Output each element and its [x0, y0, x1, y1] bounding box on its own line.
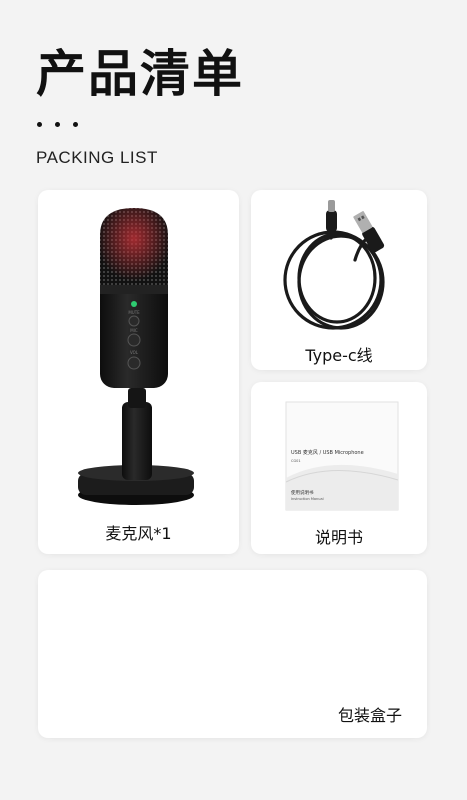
manual-subtitle: 使用说明书 — [291, 489, 314, 496]
vol-button-label: VOL — [130, 350, 139, 355]
mute-button-label: MUTE — [128, 310, 140, 315]
microphone-icon: MUTE MIC VOL — [78, 208, 194, 505]
manual-cover-title: USB 麦克风 / USB Microphone — [291, 449, 364, 456]
dot — [37, 122, 42, 127]
item-card-manual: USB 麦克风 / USB Microphone CG01 使用说明书 Inst… — [251, 382, 427, 554]
item-label-microphone: 麦克风*1 — [105, 524, 172, 543]
item-card-microphone: MUTE MIC VOL 麦克风*1 — [38, 190, 239, 554]
item-label-manual: 说明书 — [314, 528, 363, 547]
mic-button-label: MIC — [130, 328, 138, 333]
dot — [73, 122, 78, 127]
dots-decoration — [37, 122, 78, 127]
item-label-box: 包装盒子 — [337, 706, 402, 725]
manual-model: CG01 — [291, 459, 301, 463]
usb-c-cable-icon — [283, 200, 385, 330]
item-card-box: 包装盒子 — [38, 570, 427, 738]
manual-subtitle-en: Instruction Manual — [291, 497, 324, 501]
page-subtitle: PACKING LIST — [36, 148, 158, 167]
item-card-cable: Type-c线 — [251, 190, 427, 370]
page-title: 产品清单 — [36, 45, 244, 103]
dot — [55, 122, 60, 127]
item-label-cable: Type-c线 — [305, 346, 373, 365]
instruction-manual-icon: USB 麦克风 / USB Microphone CG01 使用说明书 Inst… — [285, 401, 399, 511]
